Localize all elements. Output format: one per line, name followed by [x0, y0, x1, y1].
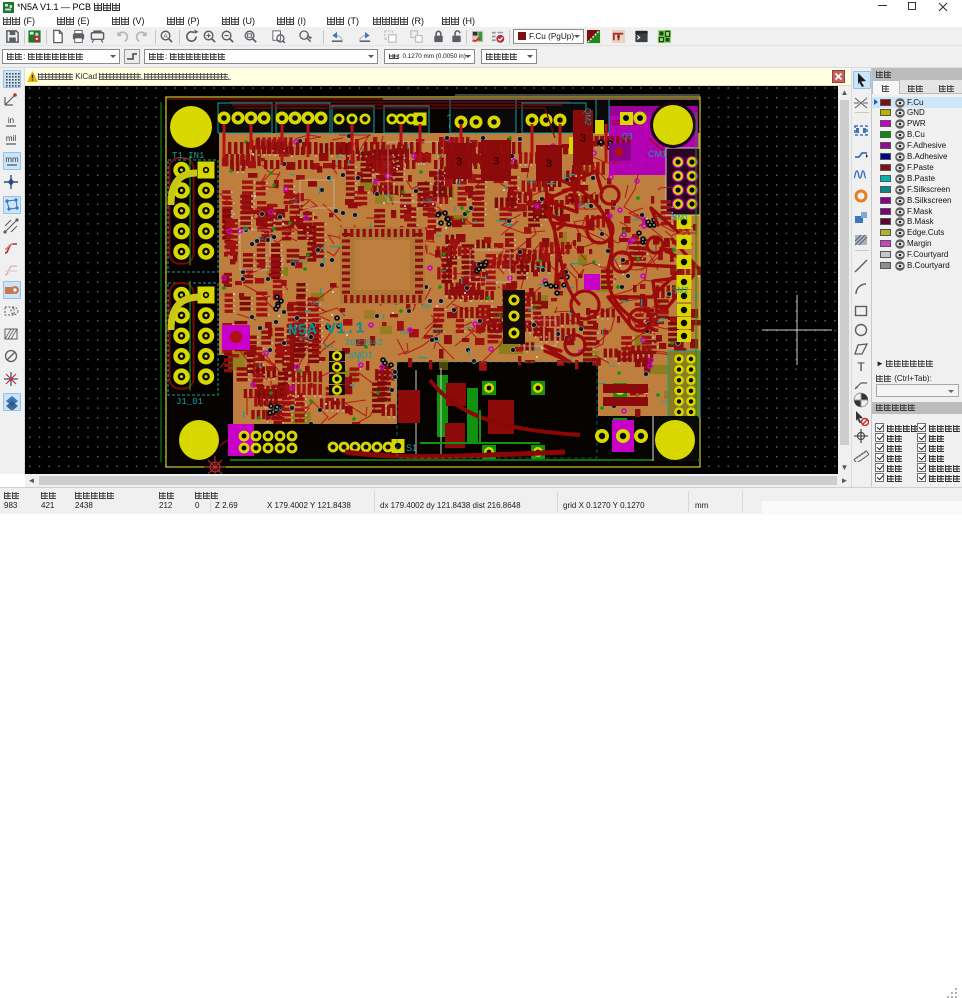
svg-text:L8: L8 [291, 199, 297, 205]
svg-text:U31: U31 [528, 307, 537, 313]
svg-text:SMD1: SMD1 [348, 350, 373, 360]
svg-text:U62: U62 [311, 301, 320, 307]
svg-text:C34: C34 [579, 203, 588, 209]
svg-text:C91: C91 [433, 329, 442, 335]
svg-text:C19: C19 [298, 259, 307, 265]
svg-text:C72: C72 [531, 347, 540, 353]
svg-text:L66: L66 [290, 258, 299, 264]
svg-text:in: in [8, 116, 14, 125]
svg-text:J1_01: J1_01 [176, 397, 203, 407]
svg-text:N5A V1.1: N5A V1.1 [288, 319, 365, 340]
svg-text:R95: R95 [526, 179, 535, 185]
svg-text:3: 3 [493, 156, 499, 168]
svg-text:mil: mil [6, 134, 16, 143]
svg-text:R3: R3 [336, 154, 342, 160]
svg-text:L58: L58 [423, 198, 432, 204]
svg-text:C88: C88 [400, 330, 409, 336]
svg-text:R28: R28 [324, 344, 333, 350]
svg-text:T1_IN1: T1_IN1 [172, 151, 204, 161]
svg-text:3: 3 [580, 133, 586, 145]
svg-text:3: 3 [546, 158, 552, 170]
svg-text:U98: U98 [422, 304, 431, 310]
svg-text:CM1: CM1 [648, 149, 667, 159]
svg-text:3: 3 [456, 156, 462, 168]
svg-text:mm: mm [5, 155, 19, 164]
svg-text:2021042: 2021042 [345, 338, 383, 348]
svg-text:L13: L13 [690, 294, 699, 300]
svg-text:L70: L70 [273, 407, 282, 413]
svg-text:SM1: SM1 [672, 213, 689, 222]
svg-text:Q3: Q3 [622, 132, 633, 141]
svg-text:A: A [163, 33, 168, 40]
svg-text:L3: L3 [609, 363, 615, 369]
svg-text:S1: S1 [406, 443, 417, 453]
svg-text:T: T [857, 360, 865, 374]
svg-text:SM2: SM2 [672, 286, 689, 295]
svg-text:R2: R2 [258, 236, 264, 242]
svg-text:QM2: QM2 [583, 108, 592, 126]
